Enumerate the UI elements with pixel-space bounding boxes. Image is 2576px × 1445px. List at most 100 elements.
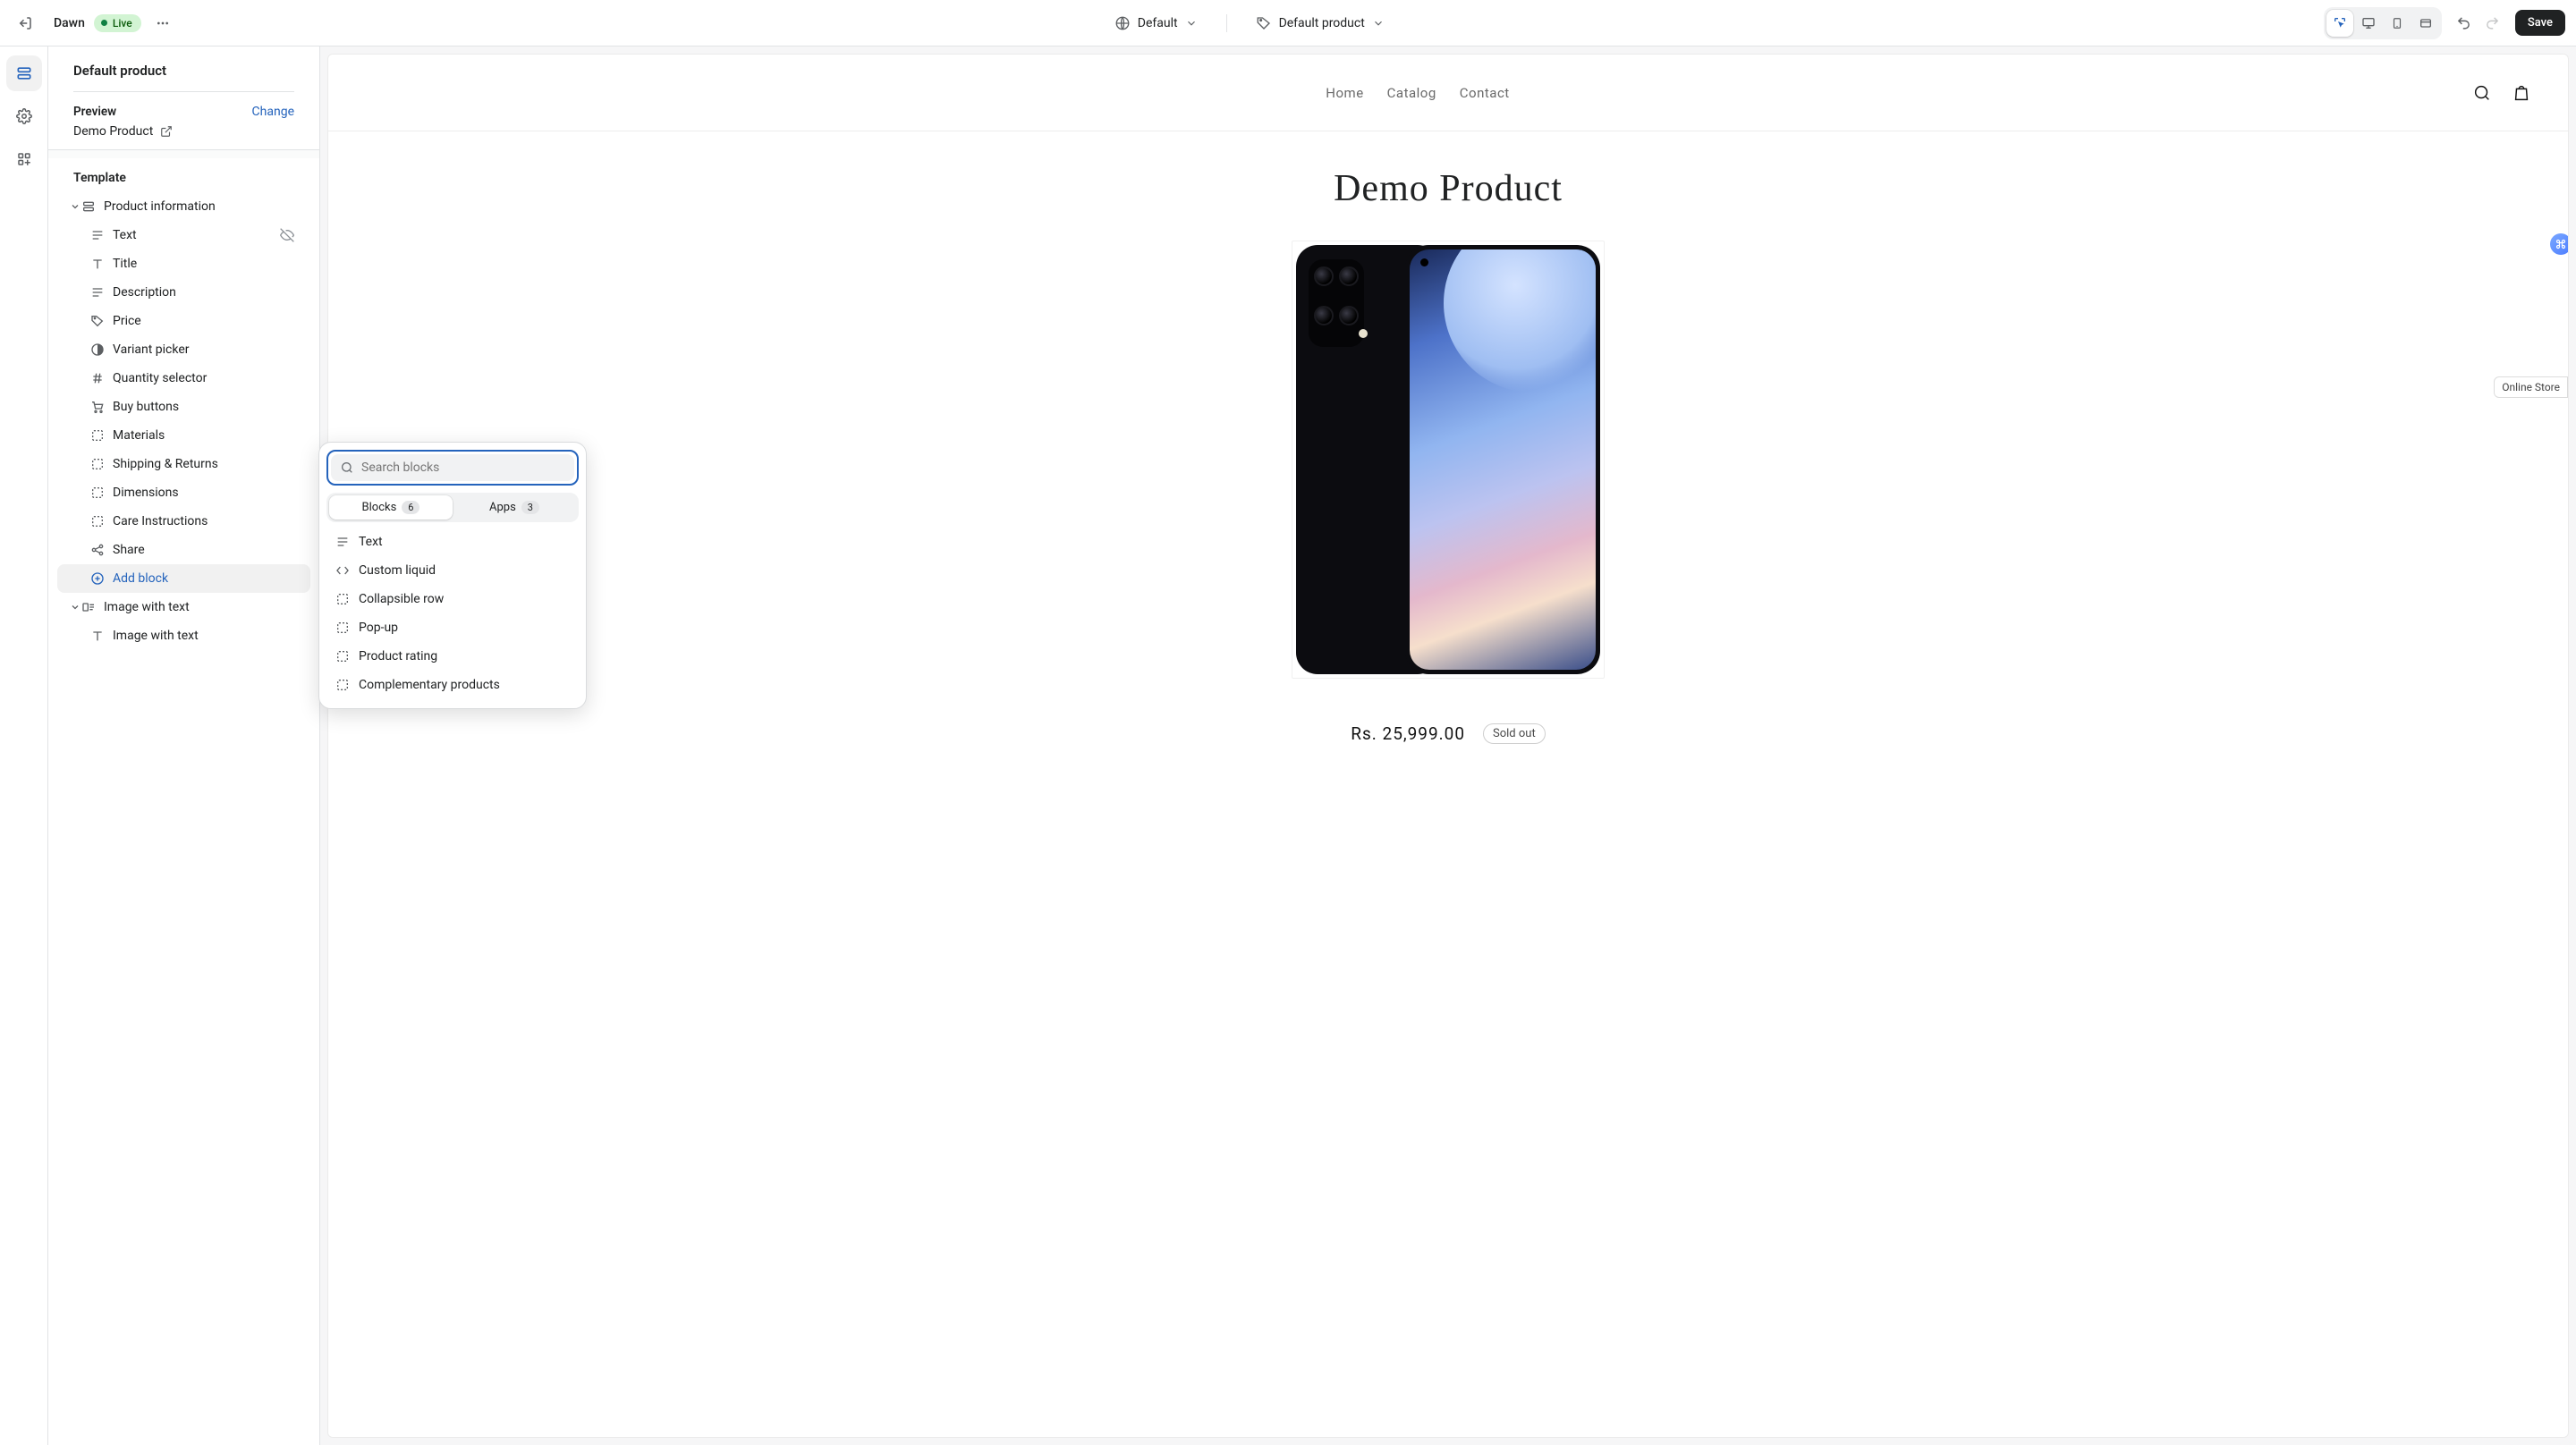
block-materials[interactable]: Materials — [57, 421, 310, 450]
block-option-collapsible-row[interactable]: Collapsible row — [328, 585, 577, 613]
variant-icon — [89, 342, 106, 358]
page-title: Default product — [73, 63, 294, 79]
storefront-preview-frame[interactable]: Home Catalog Contact Demo Product — [327, 54, 2569, 1438]
topbar-center: Default Default product — [175, 10, 2324, 37]
block-label: Image with text — [113, 629, 199, 643]
more-actions-button[interactable] — [150, 11, 175, 36]
redo-button[interactable] — [2479, 10, 2506, 37]
main: Default product Preview Change Demo Prod… — [0, 46, 2576, 1445]
chevron-down-icon — [70, 602, 80, 613]
popup-icon — [335, 621, 350, 635]
mobile-icon — [2391, 16, 2403, 30]
undo-icon — [2456, 15, 2471, 30]
sidebar-header: Default product Preview Change Demo Prod… — [48, 46, 319, 149]
template-selector[interactable]: Default product — [1249, 10, 1392, 37]
online-store-pill[interactable]: Online Store — [2494, 376, 2568, 398]
theme-settings-tab[interactable] — [6, 98, 42, 134]
storefront-header-icons — [2471, 82, 2532, 104]
tab-apps[interactable]: Apps 3 — [453, 495, 576, 520]
block-option-text[interactable]: Text — [328, 528, 577, 556]
option-label: Complementary products — [359, 678, 500, 692]
cart-button[interactable] — [2511, 82, 2532, 104]
block-option-custom-liquid[interactable]: Custom liquid — [328, 556, 577, 585]
option-label: Product rating — [359, 649, 437, 663]
storefront-header: Home Catalog Contact — [328, 55, 2568, 131]
block-type-tabs: Blocks 6 Apps 3 — [326, 493, 579, 522]
tab-label: Apps — [489, 501, 516, 514]
sidebar: Default product Preview Change Demo Prod… — [48, 46, 320, 1445]
theme-name: Dawn — [54, 16, 85, 30]
block-text[interactable]: Text — [57, 221, 310, 249]
block-price[interactable]: Price — [57, 307, 310, 335]
option-label: Custom liquid — [359, 563, 436, 578]
collapse-toggle[interactable] — [68, 199, 82, 214]
fullscreen-view-button[interactable] — [2412, 10, 2439, 37]
tab-blocks[interactable]: Blocks 6 — [329, 495, 453, 520]
tab-label: Blocks — [362, 501, 397, 514]
block-quantity-selector[interactable]: Quantity selector — [57, 364, 310, 393]
divider — [48, 149, 319, 158]
search-button[interactable] — [2471, 82, 2493, 104]
hidden-indicator[interactable] — [280, 228, 294, 242]
sections-tab[interactable] — [6, 55, 42, 91]
mobile-view-button[interactable] — [2384, 10, 2411, 37]
price-tag-icon — [89, 313, 106, 329]
camera-module — [1309, 259, 1364, 347]
desktop-view-button[interactable] — [2355, 10, 2382, 37]
inspector-mode-button[interactable] — [2326, 10, 2353, 37]
tab-count: 3 — [521, 501, 539, 514]
locale-selector[interactable]: Default — [1107, 10, 1205, 37]
block-option-product-rating[interactable]: Product rating — [328, 642, 577, 671]
locale-label: Default — [1138, 16, 1178, 30]
add-block-label: Add block — [113, 571, 168, 586]
eye-off-icon — [280, 228, 294, 242]
collapse-toggle[interactable] — [68, 600, 82, 614]
option-label: Collapsible row — [359, 592, 444, 606]
block-option-popup[interactable]: Pop-up — [328, 613, 577, 642]
block-label: Shipping & Returns — [113, 457, 218, 471]
search-blocks-input[interactable] — [361, 461, 565, 475]
block-label: Dimensions — [113, 486, 179, 500]
block-options-list: Text Custom liquid Collapsible row Pop-u… — [326, 522, 579, 701]
product-image[interactable] — [1292, 241, 1605, 679]
section-label: Image with text — [104, 600, 190, 614]
block-image-with-text[interactable]: Image with text — [57, 621, 310, 650]
apps-icon — [16, 151, 32, 167]
phone-front-render — [1405, 245, 1600, 674]
block-label: Care Instructions — [113, 514, 208, 528]
block-shipping-returns[interactable]: Shipping & Returns — [57, 450, 310, 478]
code-icon — [335, 563, 350, 578]
search-icon — [2472, 83, 2492, 103]
save-button[interactable]: Save — [2515, 10, 2565, 36]
nav-link-home[interactable]: Home — [1326, 85, 1363, 101]
preview-product-link[interactable]: Demo Product — [73, 124, 294, 139]
preview-product-name: Demo Product — [73, 124, 153, 139]
product-price: Rs. 25,999.00 — [1351, 723, 1465, 744]
app-embeds-tab[interactable] — [6, 141, 42, 177]
block-care-instructions[interactable]: Care Instructions — [57, 507, 310, 536]
product-title: Demo Product — [1334, 167, 1563, 210]
undo-button[interactable] — [2451, 10, 2478, 37]
block-description[interactable]: Description — [57, 278, 310, 307]
nav-link-contact[interactable]: Contact — [1460, 85, 1510, 101]
section-product-information[interactable]: Product information — [57, 192, 310, 221]
add-block-button[interactable]: Add block — [57, 564, 310, 593]
block-variant-picker[interactable]: Variant picker — [57, 335, 310, 364]
section-tree: Product information Text Title Descripti… — [48, 192, 319, 650]
block-label: Share — [113, 543, 145, 557]
section-image-with-text[interactable]: Image with text — [57, 593, 310, 621]
add-circle-icon — [89, 570, 106, 587]
change-preview-link[interactable]: Change — [252, 105, 294, 119]
block-buy-buttons[interactable]: Buy buttons — [57, 393, 310, 421]
block-title[interactable]: Title — [57, 249, 310, 278]
section-icon — [80, 199, 97, 215]
assist-bubble[interactable] — [2550, 233, 2569, 255]
collapsible-icon — [89, 513, 106, 529]
block-dimensions[interactable]: Dimensions — [57, 478, 310, 507]
nav-link-catalog[interactable]: Catalog — [1387, 85, 1436, 101]
exit-editor-button[interactable] — [11, 9, 39, 38]
preview-canvas: Home Catalog Contact Demo Product — [320, 46, 2576, 1445]
block-share[interactable]: Share — [57, 536, 310, 564]
block-option-complementary-products[interactable]: Complementary products — [328, 671, 577, 699]
topbar-right: Save — [2324, 7, 2565, 39]
